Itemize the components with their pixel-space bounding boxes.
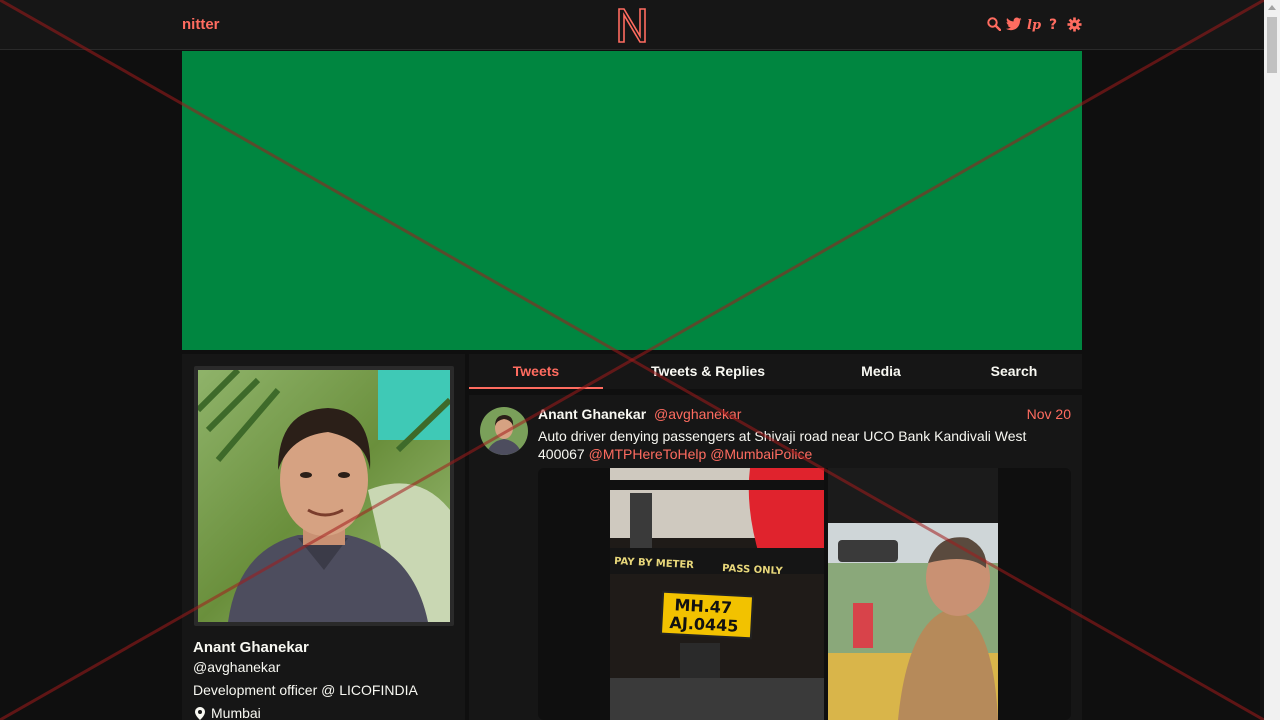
tweet-text-pincode: 400067 (538, 446, 585, 462)
top-navbar: nitter lp ? (0, 0, 1264, 50)
tab-tweets-replies[interactable]: Tweets & Replies (637, 354, 779, 389)
tab-search[interactable]: Search (974, 354, 1054, 389)
mention-link[interactable]: @MumbaiPolice (710, 446, 812, 462)
tweet-fullname[interactable]: Anant Ghanekar (538, 406, 646, 422)
location-text: Mumbai (211, 705, 261, 720)
tweet-username[interactable]: @avghanekar (654, 406, 741, 422)
scrollbar-thumb[interactable] (1267, 17, 1277, 73)
help-icon[interactable]: ? (1046, 15, 1062, 33)
location-pin-icon (195, 706, 205, 720)
svg-text:?: ? (1049, 17, 1057, 32)
tweet-date[interactable]: Nov 20 (1027, 406, 1071, 422)
tweet-text-line1: Auto driver denying passengers at Shivaj… (538, 428, 1027, 444)
tweet-text-line2: 400067 @MTPHereToHelp @MumbaiPolice (538, 445, 1048, 463)
timeline: Anant Ghanekar @avghanekar Nov 20 Auto d… (469, 395, 1082, 720)
tweet-header: Anant Ghanekar @avghanekar (538, 406, 741, 422)
mention-link[interactable]: @MTPHereToHelp (589, 446, 707, 462)
twitter-bird-icon[interactable] (1006, 15, 1022, 33)
svg-text:AJ.0445: AJ.0445 (669, 613, 739, 636)
nav-icon-group: lp ? (986, 15, 1082, 33)
tweet-avatar[interactable] (480, 407, 528, 455)
profile-bio: Development officer @ LICOFINDIA (193, 682, 418, 698)
tweet-attachments: PAY BY METER PASS ONLY MH.47 AJ.0445 (538, 468, 1071, 720)
page-scrollbar[interactable] (1264, 0, 1280, 720)
profile-banner[interactable] (182, 51, 1082, 350)
scroll-up-icon[interactable] (1268, 5, 1276, 10)
tweet-image[interactable]: PAY BY METER PASS ONLY MH.47 AJ.0445 (610, 468, 824, 720)
liberapay-icon[interactable]: lp (1026, 15, 1042, 33)
search-icon[interactable] (986, 15, 1002, 33)
tab-media[interactable]: Media (839, 354, 923, 389)
tweet-image[interactable] (828, 468, 998, 720)
tab-tweets[interactable]: Tweets (469, 354, 603, 389)
svg-text:lp: lp (1027, 18, 1041, 32)
tweet-text: Auto driver denying passengers at Shivaj… (538, 427, 1048, 463)
profile-fullname: Anant Ghanekar (193, 639, 309, 656)
profile-location: Mumbai (195, 705, 261, 720)
timeline-tabs: Tweets Tweets & Replies Media Search (469, 354, 1082, 389)
nitter-logo-icon[interactable] (615, 6, 649, 44)
profile-card: Anant Ghanekar @avghanekar Development o… (182, 354, 465, 720)
profile-username: @avghanekar (193, 659, 281, 675)
gear-icon[interactable] (1066, 15, 1082, 33)
site-name-link[interactable]: nitter (182, 16, 220, 33)
profile-avatar[interactable] (194, 366, 454, 626)
